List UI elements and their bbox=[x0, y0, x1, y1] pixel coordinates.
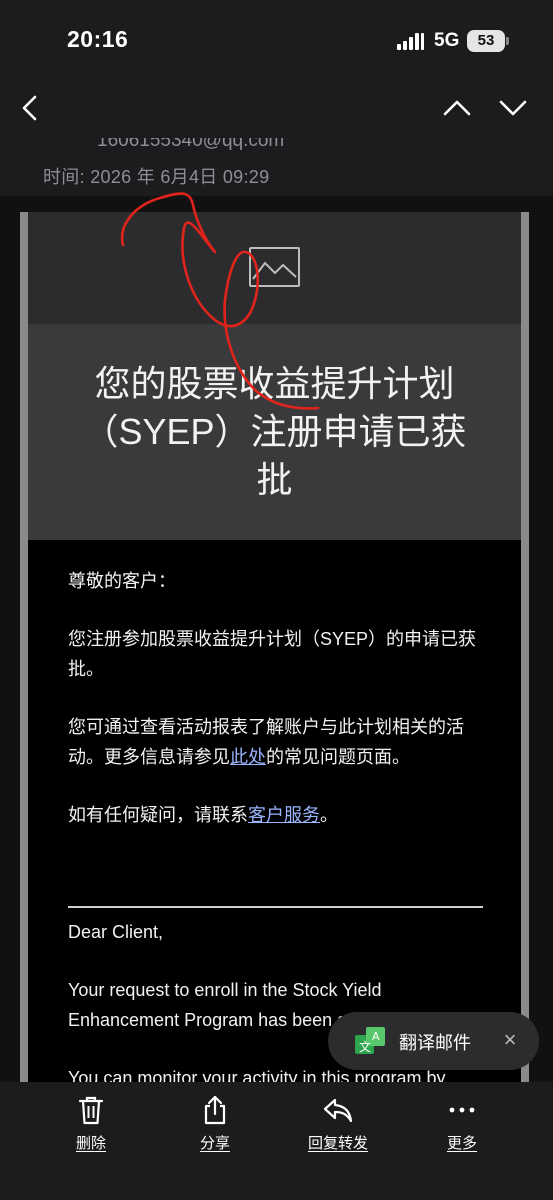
close-icon[interactable]: × bbox=[498, 1028, 522, 1052]
translate-mail-pill[interactable]: 文 A 翻译邮件 × bbox=[328, 1012, 539, 1070]
next-mail-button[interactable] bbox=[493, 88, 533, 128]
greeting-en: Dear Client, bbox=[68, 922, 164, 942]
trash-icon bbox=[78, 1096, 104, 1125]
paragraph-cn-1: 您注册参加股票收益提升计划（SYEP）的申请已获批。 bbox=[68, 629, 477, 679]
greeting-cn: 尊敬的客户： bbox=[68, 571, 176, 591]
translate-label: 翻译邮件 bbox=[399, 1033, 471, 1053]
image-placeholder-icon bbox=[249, 247, 300, 287]
customer-service-link[interactable]: 客户服务 bbox=[248, 805, 320, 825]
battery-icon: 53 bbox=[467, 30, 505, 52]
reply-forward-button[interactable]: 回复转发 bbox=[298, 1094, 378, 1153]
network-label: 5G bbox=[434, 30, 460, 51]
mail-time: 时间: 2026 年 6月4日 09:29 bbox=[43, 167, 270, 187]
svg-text:文: 文 bbox=[359, 1039, 371, 1054]
status-time: 20:16 bbox=[67, 26, 129, 52]
nav-bar bbox=[0, 80, 553, 138]
mail-header: 1606155340@qq.com 时间: 2026 年 6月4日 09:29 bbox=[0, 138, 553, 196]
share-button[interactable]: 分享 bbox=[175, 1094, 255, 1153]
share-icon bbox=[204, 1095, 226, 1125]
previous-mail-button[interactable] bbox=[437, 88, 477, 128]
signal-icon bbox=[397, 32, 425, 50]
chevron-up-icon bbox=[443, 100, 471, 116]
chevron-down-icon bbox=[499, 100, 527, 116]
status-bar: 20:16 5G 53 bbox=[0, 0, 553, 80]
share-label: 分享 bbox=[199, 1135, 230, 1152]
content-chinese: 尊敬的客户： 您注册参加股票收益提升计划（SYEP）的申请已获批。 您可通过查看… bbox=[68, 566, 488, 858]
chevron-left-icon bbox=[22, 95, 37, 121]
paragraph-cn-3: 如有任何疑问，请联系客户服务。 bbox=[68, 805, 338, 825]
back-button[interactable] bbox=[10, 88, 50, 128]
faq-link[interactable]: 此处 bbox=[230, 747, 266, 767]
paragraph-cn-2: 您可通过查看活动报表了解账户与此计划相关的活动。更多信息请参见此处的常见问题页面… bbox=[68, 717, 464, 767]
delete-label: 删除 bbox=[75, 1135, 106, 1152]
more-button[interactable]: 更多 bbox=[422, 1094, 502, 1153]
sender-address[interactable]: 1606155340@qq.com bbox=[97, 138, 284, 152]
more-icon bbox=[449, 1107, 475, 1113]
email-banner: 您的股票收益提升计划（SYEP）注册申请已获批 bbox=[28, 212, 521, 540]
mail-card: 您的股票收益提升计划（SYEP）注册申请已获批 尊敬的客户： 您注册参加股票收益… bbox=[20, 212, 529, 1082]
translate-icon: 文 A bbox=[355, 1027, 385, 1054]
reply-icon bbox=[323, 1098, 353, 1123]
more-label: 更多 bbox=[446, 1135, 477, 1152]
battery-tip bbox=[506, 37, 509, 45]
divider bbox=[68, 906, 483, 908]
svg-text:A: A bbox=[372, 1030, 380, 1043]
delete-button[interactable]: 删除 bbox=[51, 1094, 131, 1153]
mail-body[interactable]: 您的股票收益提升计划（SYEP）注册申请已获批 尊敬的客户： 您注册参加股票收益… bbox=[0, 196, 553, 1082]
banner-header bbox=[28, 212, 521, 324]
email-title: 您的股票收益提升计划（SYEP）注册申请已获批 bbox=[82, 363, 467, 500]
reply-label: 回复转发 bbox=[307, 1135, 368, 1152]
bottom-toolbar: 删除 分享 回复转发 更多 bbox=[0, 1082, 553, 1200]
